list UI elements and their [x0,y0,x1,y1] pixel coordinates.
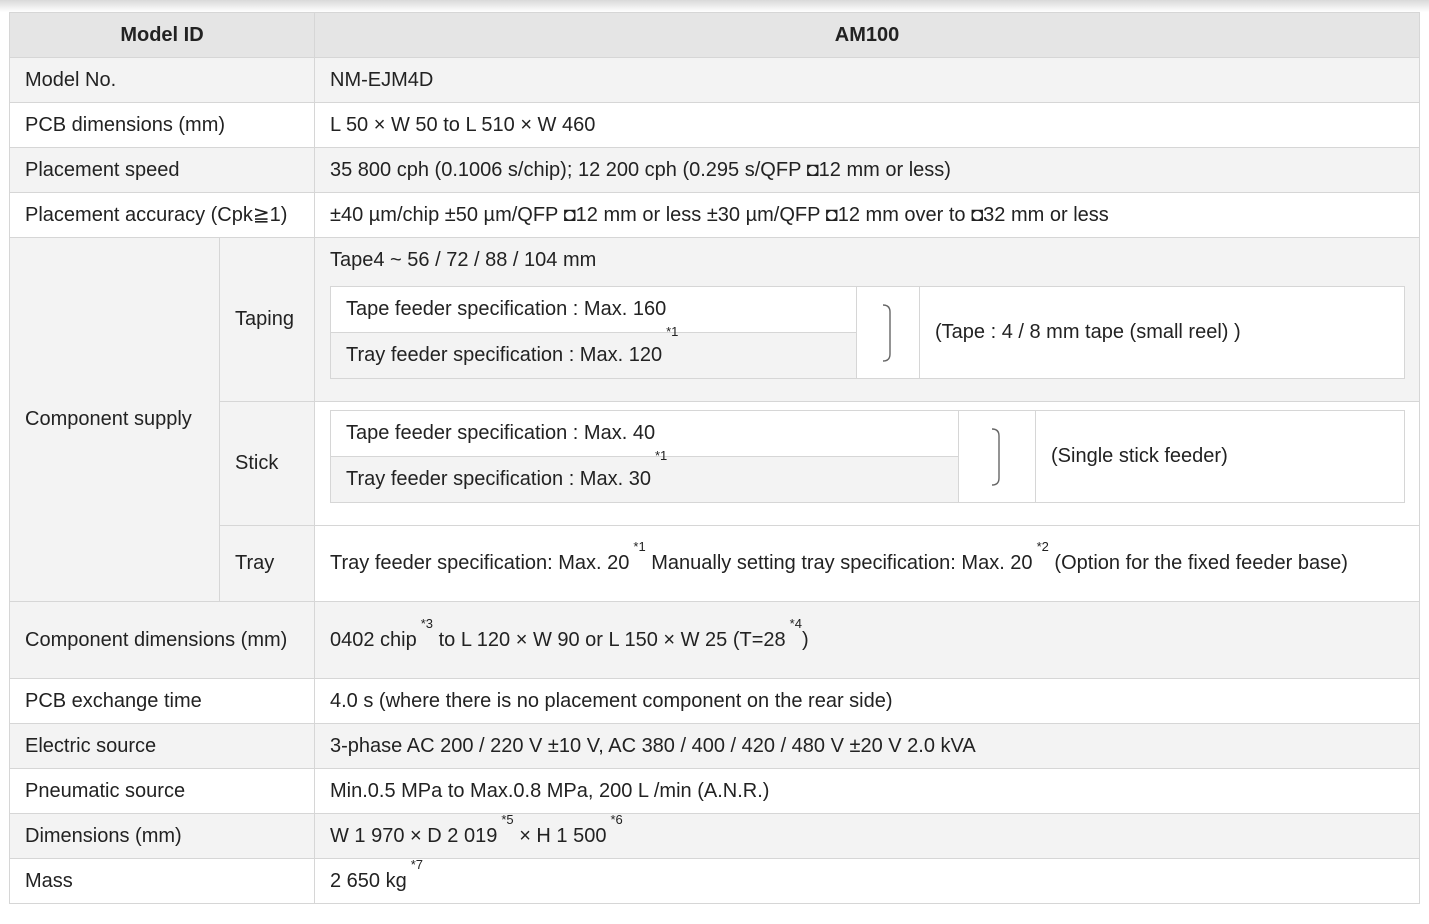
row-label: Mass [9,858,315,904]
row-label: Placement accuracy (Cpk≧1) [9,192,315,238]
row-placement-accuracy: Placement accuracy (Cpk≧1) ±40 µm/chip ±… [9,192,1420,238]
comp-dims-part2: to L 120 × W 90 or L 150 × W 25 (T=28 [438,628,786,651]
row-label: Dimensions (mm) [9,813,315,859]
row-component-supply-taping: Component supply Taping Tape4 ~ 56 / 72 … [9,237,1420,602]
row-pcb-exchange: PCB exchange time 4.0 s (where there is … [9,678,1420,724]
stick-feeder-list: Tape feeder specification : Max. 40 Tray… [331,411,959,502]
row-label: PCB exchange time [9,678,315,724]
stick-tape-feeder: Tape feeder specification : Max. 40 [346,422,656,444]
footnote-6: *6 [610,811,623,827]
tray-part3: (Option for the fixed feeder base) [1054,552,1348,574]
tray-value: Tray feeder specification: Max. 20*1 Man… [314,525,1420,602]
row-label: PCB dimensions (mm) [9,102,315,148]
taping-label: Taping [219,237,315,402]
dims-part2: × H 1 500 [519,824,607,847]
footnote-5: *5 [501,811,514,827]
row-label: Pneumatic source [9,768,315,814]
taping-tray-feeder-text: Tray feeder specification : Max. 120 [346,344,663,366]
row-component-supply-tray: Tray Tray feeder specification: Max. 20*… [10,525,1420,602]
row-value: 0402 chip*3 to L 120 × W 90 or L 150 × W… [314,601,1420,679]
row-component-dims: Component dimensions (mm) 0402 chip*3 to… [9,601,1420,679]
header-model-id: Model ID [9,12,315,58]
row-label: Placement speed [9,147,315,193]
tray-part2: Manually setting tray specification: Max… [651,552,1033,574]
tray-part1: Tray feeder specification: Max. 20 [330,552,630,574]
bracket-icon [959,411,1036,502]
stick-tray-feeder: Tray feeder specification : Max. 30*1 [331,449,958,502]
row-electric: Electric source 3-phase AC 200 / 220 V ±… [9,723,1420,769]
footnote-1: *1 [666,324,679,339]
row-value: 35 800 cph (0.1006 s/chip); 12 200 cph (… [314,147,1420,193]
row-value: W 1 970 × D 2 019*5 × H 1 500*6 [314,811,1420,859]
footnote-1: *1 [654,448,668,463]
row-value: ±40 µm/chip ±50 µm/QFP ◘12 mm or less ±3… [314,192,1420,238]
row-mass: Mass 2 650 kg*7 [9,856,1420,904]
comp-dims-part1: 0402 chip [330,628,417,651]
footnote-1: *1 [633,539,646,554]
row-pcb-dims: PCB dimensions (mm) L 50 × W 50 to L 510… [9,102,1420,148]
bracket-icon [857,287,920,378]
taping-note: (Tape : 4 / 8 mm tape (small reel) ) [935,321,1241,343]
component-supply-label: Component supply [9,237,220,602]
footnote-7: *7 [410,856,424,872]
tray-label: Tray [219,525,315,602]
footnote-2: *2 [1036,539,1049,554]
row-value: 4.0 s (where there is no placement compo… [314,678,1420,724]
stick-cell: Tape feeder specification : Max. 40 Tray… [314,401,1420,526]
row-label: Model No. [9,57,315,103]
top-shadow [0,0,1429,12]
comp-dims-part3: ) [801,628,809,651]
row-value: NM-EJM4D [314,57,1420,103]
row-label: Electric source [9,723,315,769]
row-pneumatic: Pneumatic source Min.0.5 MPa to Max.0.8 … [9,768,1420,814]
row-label: Component dimensions (mm) [9,601,315,679]
tape-range: Tape4 ~ 56 / 72 / 88 / 104 mm [330,249,597,271]
row-component-supply-stick: Stick Tape feeder specification : Max. 4… [10,401,1420,526]
footnote-4: *4 [789,615,802,631]
footnote-3: *3 [420,615,434,631]
stick-tray-feeder-text: Tray feeder specification : Max. 30 [346,468,651,490]
row-value: 2 650 kg*7 [314,856,1420,904]
header-row: Model ID AM100 [9,12,1420,58]
row-placement-speed: Placement speed 35 800 cph (0.1006 s/chi… [9,147,1420,193]
row-value: Min.0.5 MPa to Max.0.8 MPa, 200 L /min (… [314,768,1420,814]
row-value: 3-phase AC 200 / 220 V ±10 V, AC 380 / 4… [314,723,1420,769]
taping-feeder-list: Tape feeder specification : Max. 160 Tra… [331,287,857,378]
mass-value: 2 650 kg [330,869,407,892]
row-model-no: Model No. NM-EJM4D [9,57,1420,103]
row-value: L 50 × W 50 to L 510 × W 460 [314,102,1420,148]
taping-tape-feeder: Tape feeder specification : Max. 160 [346,298,667,320]
dims-part1: W 1 970 × D 2 019 [330,824,498,847]
stick-note: (Single stick feeder) [1051,445,1228,467]
taping-tray-feeder: Tray feeder specification : Max. 120*1 [331,325,856,378]
taping-cell: Tape4 ~ 56 / 72 / 88 / 104 mm Tape feede… [314,237,1420,402]
stick-feeder-box: Tape feeder specification : Max. 40 Tray… [330,410,1405,503]
spec-table: Model ID AM100 Model No. NM-EJM4D PCB di… [9,12,1420,904]
taping-feeder-box: Tape feeder specification : Max. 160 Tra… [330,286,1405,379]
row-dimensions: Dimensions (mm) W 1 970 × D 2 019*5 × H … [9,811,1420,859]
stick-label: Stick [219,401,315,526]
header-am100: AM100 [314,12,1420,58]
